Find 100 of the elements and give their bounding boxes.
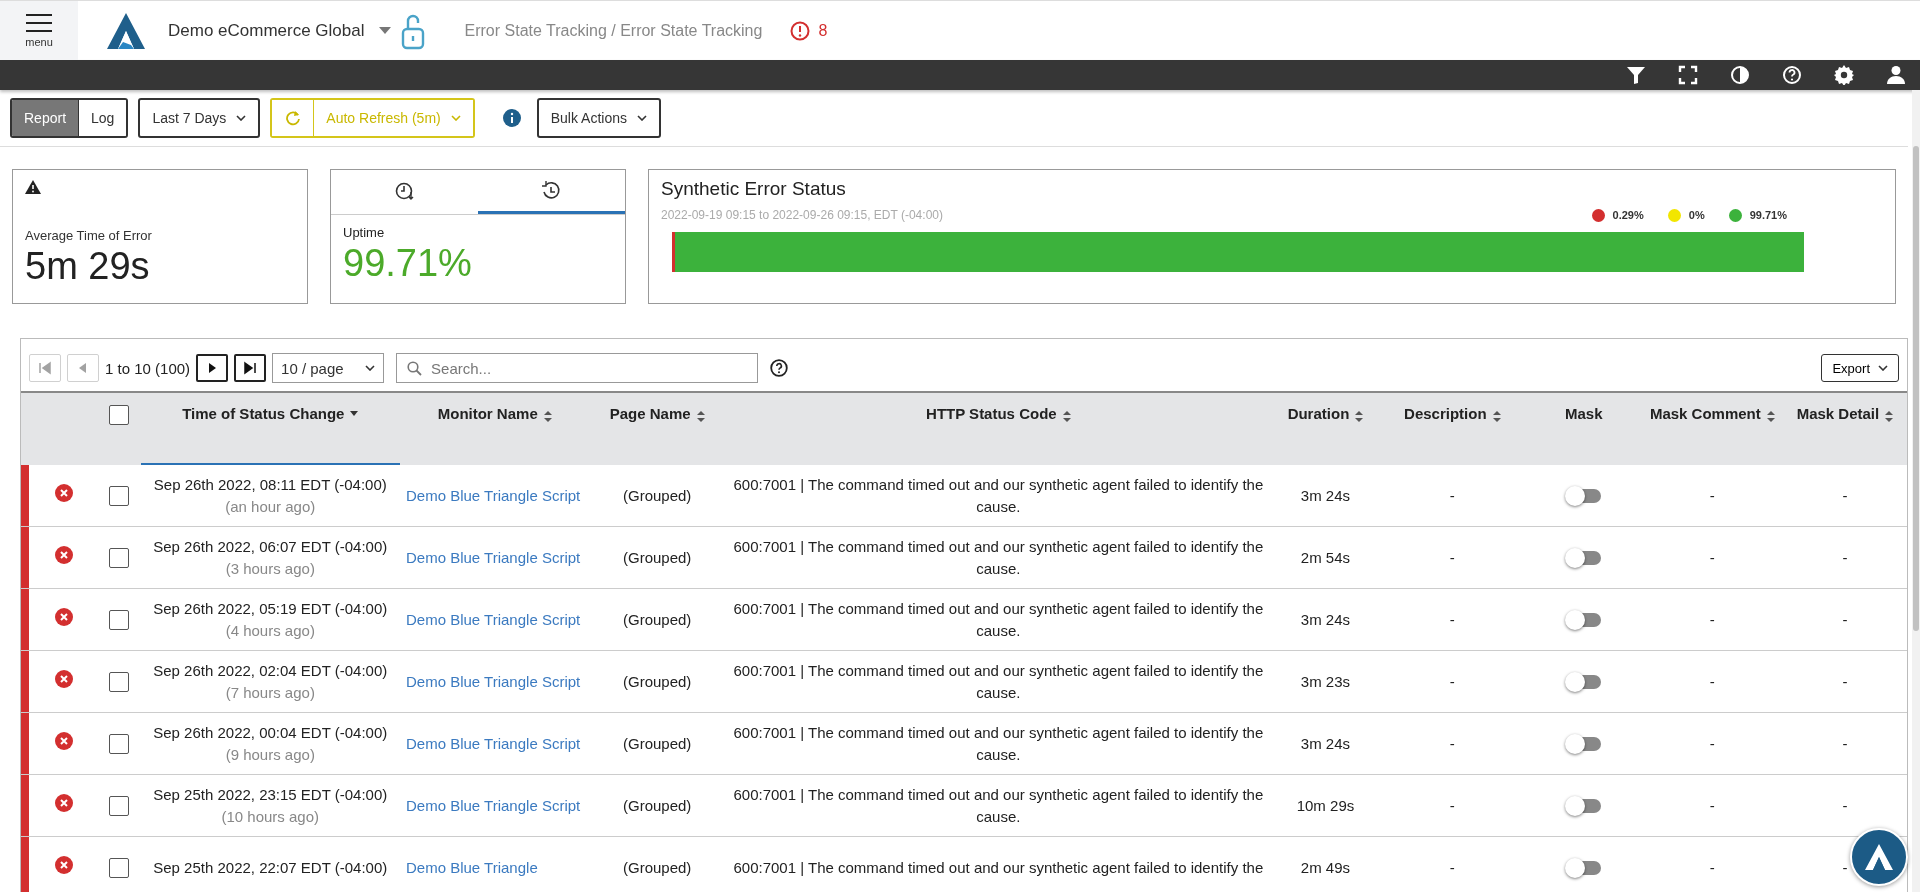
table-cell: -	[1641, 650, 1783, 713]
sort-icon[interactable]	[696, 411, 705, 422]
view-tab[interactable]: Report	[12, 100, 79, 136]
sort-icon[interactable]	[1062, 411, 1071, 422]
view-tab[interactable]: Log	[78, 100, 127, 136]
filter-icon[interactable]	[1626, 65, 1646, 85]
search-field[interactable]: Search...	[396, 353, 759, 383]
mask-switch[interactable]	[1566, 488, 1601, 503]
status-change-time: Sep 26th 2022, 05:19 EDT (-04:00)	[152, 598, 389, 619]
error-icon	[54, 669, 73, 688]
page-size-dropdown[interactable]: 10 / page	[272, 353, 385, 383]
error-icon	[54, 731, 73, 750]
sort-icon[interactable]	[1766, 411, 1775, 422]
help-chat-button[interactable]	[1850, 828, 1908, 886]
table-cell: -	[1379, 650, 1526, 713]
contrast-icon[interactable]	[1730, 65, 1750, 85]
table-cell: 2m 49s	[1271, 836, 1380, 892]
table-cell: 600:7001 | The command timed out and our synthetic agent failed to identify the cause.	[724, 588, 1272, 651]
row-checkbox[interactable]	[109, 795, 130, 816]
select-all-checkbox[interactable]	[109, 405, 130, 425]
settings-icon[interactable]	[1834, 65, 1854, 85]
sort-icon[interactable]	[1355, 411, 1364, 422]
mask-switch[interactable]	[1566, 860, 1601, 875]
table-cell: 600:7001 | The command timed out and our synthetic agent failed to identify the cause.	[724, 774, 1272, 837]
column-header[interactable]: Description	[1379, 392, 1526, 465]
caret-icon[interactable]	[378, 26, 391, 35]
card-label: Uptime	[343, 225, 386, 240]
row-checkbox[interactable]	[109, 733, 130, 754]
fullscreen-icon[interactable]	[1678, 65, 1698, 85]
row-checkbox[interactable]	[109, 485, 130, 506]
mask-switch[interactable]	[1566, 674, 1601, 689]
scrollbar[interactable]	[1912, 90, 1920, 892]
table-cell: 600:7001 | The command timed out and our synthetic agent failed to identify the cause.	[724, 526, 1272, 589]
mask-switch[interactable]	[1566, 612, 1601, 627]
table-cell: -	[1379, 465, 1526, 527]
table-cell: 600:7001 | The command timed out and our synthetic agent failed to identify the cause.	[724, 650, 1272, 713]
menu-button[interactable]: menu	[0, 1, 78, 60]
monitor-link[interactable]: Demo Blue Triangle Script	[406, 548, 581, 566]
scrollbar-thumb[interactable]	[1913, 146, 1919, 631]
relative-time: (an hour ago)	[224, 496, 317, 517]
sort-descending-icon[interactable]	[350, 411, 359, 417]
table-cell: -	[1782, 712, 1907, 775]
error-icon	[54, 545, 73, 564]
account-name[interactable]: Demo eCommerce Global	[168, 20, 365, 41]
relative-time: (3 hours ago)	[224, 558, 316, 579]
column-header[interactable]: Time of Status Change	[140, 392, 400, 465]
monitor-link[interactable]: Demo Blue Triangle	[406, 858, 538, 876]
relative-time: (10 hours ago)	[220, 806, 321, 827]
column-header[interactable]: Mask Comment	[1641, 392, 1783, 465]
legend-label: 0%	[1688, 209, 1705, 221]
sort-icon[interactable]	[1492, 411, 1501, 422]
sort-icon[interactable]	[1885, 411, 1894, 422]
table-cell: 3m 24s	[1271, 712, 1380, 775]
first-page-icon	[38, 361, 52, 375]
previous-page-button[interactable]	[67, 354, 99, 382]
mask-switch[interactable]	[1566, 550, 1601, 565]
alert-icon[interactable]	[790, 20, 811, 41]
warning-icon	[25, 180, 41, 194]
mask-switch[interactable]	[1566, 736, 1601, 751]
table-cell: -	[1782, 588, 1907, 651]
status-change-time: Sep 25th 2022, 22:07 EDT (-04:00)	[152, 857, 389, 878]
date-range-dropdown[interactable]: Last 7 Days	[138, 98, 261, 138]
bulk-actions-dropdown[interactable]: Bulk Actions	[536, 98, 661, 138]
column-header[interactable]: Mask	[1525, 392, 1642, 465]
monitor-link[interactable]: Demo Blue Triangle Script	[406, 734, 581, 752]
next-page-button[interactable]	[196, 354, 229, 382]
caret-icon	[450, 115, 461, 121]
relative-time: (4 hours ago)	[224, 620, 316, 641]
status-change-time: Sep 26th 2022, 08:11 EDT (-04:00)	[152, 474, 388, 495]
row-checkbox[interactable]	[109, 671, 130, 692]
row-checkbox[interactable]	[109, 857, 130, 878]
row-checkbox[interactable]	[109, 609, 130, 630]
caret-icon	[236, 115, 247, 121]
last-page-button[interactable]	[234, 354, 267, 382]
row-checkbox[interactable]	[109, 547, 130, 568]
table-cell: -	[1641, 526, 1783, 589]
table-cell: -	[1641, 836, 1783, 892]
column-header[interactable]: Monitor Name	[400, 392, 590, 465]
alert-count[interactable]: 8	[818, 21, 828, 40]
user-icon[interactable]	[1886, 65, 1906, 85]
monitor-link[interactable]: Demo Blue Triangle Script	[406, 796, 581, 814]
column-header[interactable]: HTTP Status Code	[724, 392, 1272, 465]
first-page-button[interactable]	[29, 354, 61, 382]
column-header[interactable]: Page Name	[589, 392, 725, 465]
export-dropdown[interactable]: Export	[1821, 354, 1899, 382]
mask-switch[interactable]	[1566, 798, 1601, 813]
menu-icon	[26, 13, 52, 32]
table-cell: -	[1782, 650, 1907, 713]
column-header[interactable]: Mask Detail	[1782, 392, 1907, 465]
column-header[interactable]: Duration	[1271, 392, 1380, 465]
monitor-link[interactable]: Demo Blue Triangle Script	[406, 672, 581, 690]
triangle-logo[interactable]	[106, 11, 146, 50]
monitor-link[interactable]: Demo Blue Triangle Script	[406, 486, 581, 504]
table-cell: (Grouped)	[589, 526, 725, 589]
help-icon[interactable]	[770, 359, 789, 377]
info-icon[interactable]	[502, 109, 521, 127]
caret-icon	[636, 115, 647, 121]
sort-icon[interactable]	[543, 411, 552, 422]
monitor-link[interactable]: Demo Blue Triangle Script	[406, 610, 581, 628]
average-error-time: 5m 29s	[25, 245, 151, 288]
